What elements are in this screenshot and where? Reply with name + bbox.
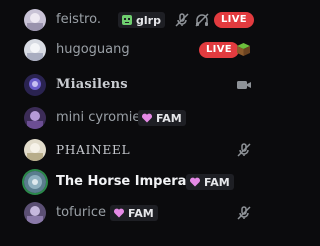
avatar[interactable] — [24, 139, 46, 161]
username: mini cyromie — [56, 110, 141, 125]
voice-user-row[interactable]: mini cyromie FAM — [0, 103, 259, 133]
voice-user-row[interactable]: hugoguang LIVE — [0, 35, 259, 65]
username: feistro. — [56, 12, 101, 27]
heart-icon — [141, 113, 153, 123]
heart-icon — [113, 208, 125, 218]
username: hugoguang — [56, 42, 130, 57]
voice-user-row[interactable]: The Horse Imperator FAM — [0, 167, 259, 197]
cat-face-icon — [122, 15, 132, 25]
muted-mic-icon — [237, 206, 251, 220]
voice-user-row[interactable]: PHAINEEL — [0, 135, 259, 165]
avatar[interactable] — [24, 9, 46, 31]
guild-tag: glrp — [118, 12, 165, 28]
deafened-headphones-icon — [195, 13, 209, 27]
guild-tag: FAM — [110, 205, 158, 221]
voice-user-row[interactable]: feistro. glrp LIVE — [0, 5, 259, 35]
guild-tag-label: FAM — [128, 206, 154, 220]
guild-tag-label: glrp — [136, 13, 161, 27]
username: Miasilens — [56, 77, 128, 92]
guild-tag-label: FAM — [204, 175, 230, 189]
heart-icon — [189, 177, 201, 187]
muted-mic-icon — [175, 13, 189, 27]
guild-tag: FAM — [186, 174, 234, 190]
voice-channel-user-list: feistro. glrp LIVE hugoguang LIVE Miasil… — [0, 0, 259, 246]
avatar[interactable] — [24, 202, 46, 224]
guild-tag-label: FAM — [156, 111, 182, 125]
camera-icon — [237, 81, 251, 89]
voice-user-row[interactable]: Miasilens — [0, 70, 259, 100]
live-badge: LIVE — [199, 42, 239, 58]
avatar[interactable] — [24, 74, 46, 96]
voice-user-row[interactable]: tofurice FAM — [0, 198, 259, 228]
avatar[interactable] — [24, 107, 46, 129]
username: PHAINEEL — [56, 143, 131, 157]
avatar[interactable] — [24, 39, 46, 61]
avatar-speaking[interactable] — [24, 171, 46, 193]
live-badge: LIVE — [214, 12, 254, 28]
username: tofurice — [56, 205, 106, 220]
guild-tag: FAM — [138, 110, 186, 126]
minecraft-block-icon — [237, 43, 250, 56]
muted-mic-icon — [237, 143, 251, 157]
